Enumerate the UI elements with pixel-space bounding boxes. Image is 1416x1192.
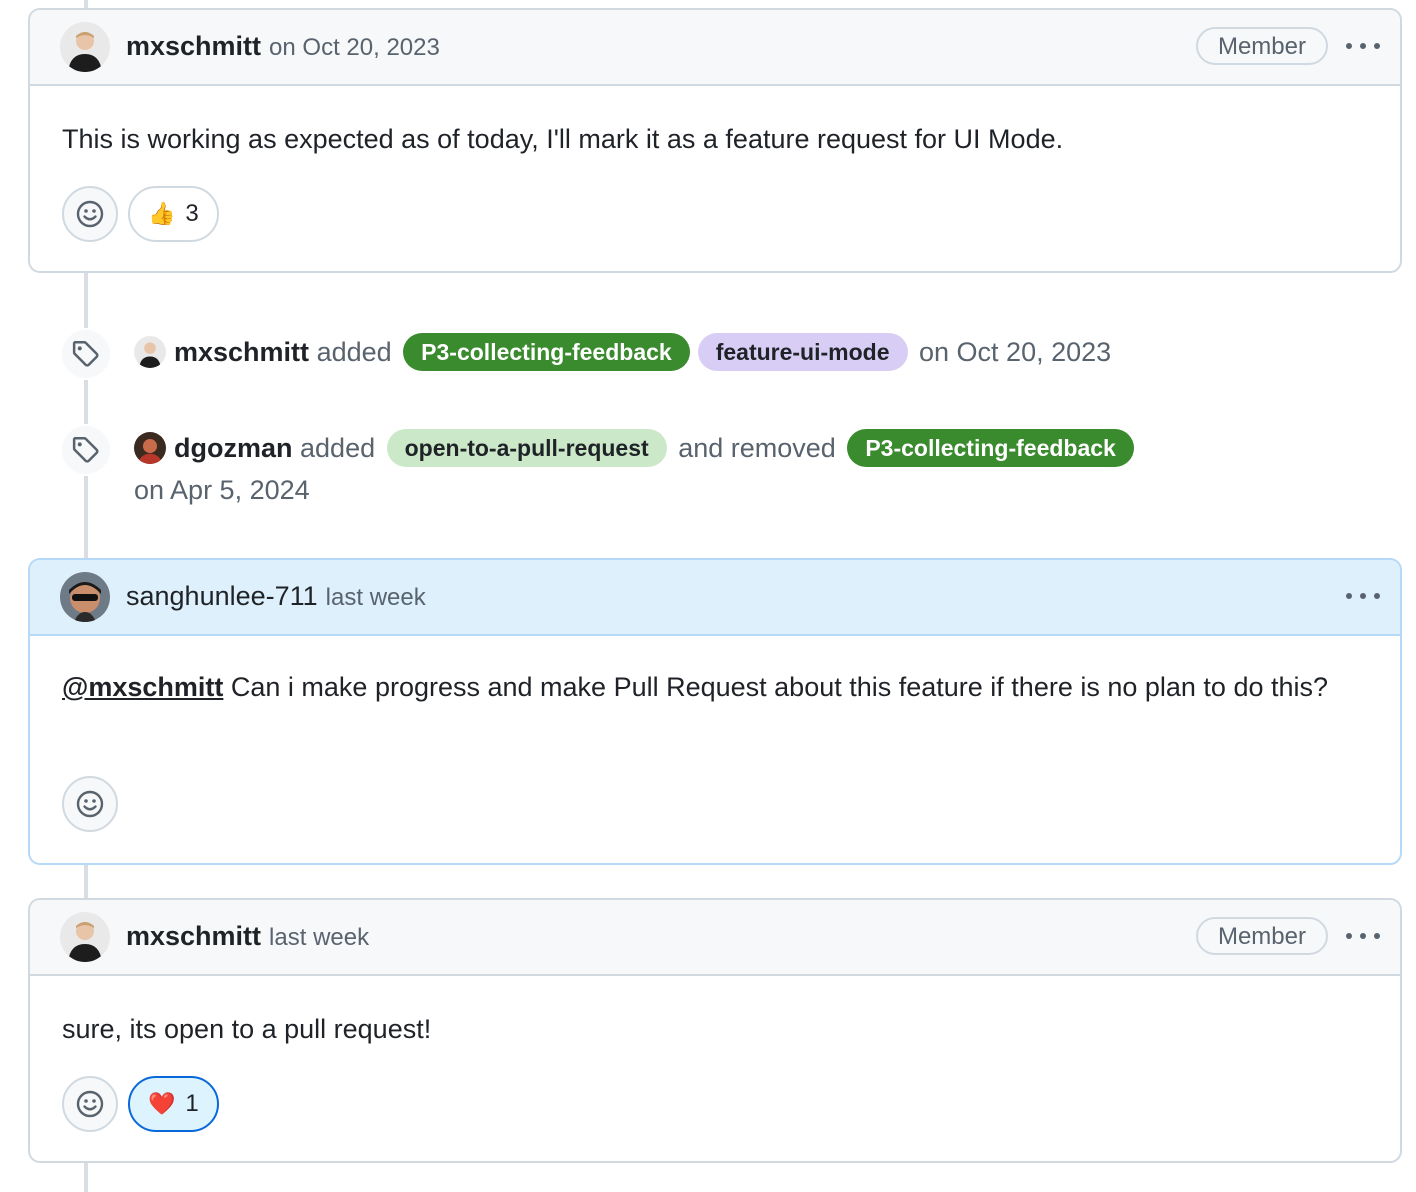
kebab-icon[interactable] [1346, 926, 1380, 946]
reaction-count: 1 [185, 1090, 199, 1117]
comment-body: @mxschmitt Can i make progress and make … [30, 636, 1400, 708]
label-p3-collecting-feedback[interactable]: P3-collecting-feedback [403, 332, 690, 371]
event-text: mxschmitt added P3-collecting-feedback fe… [134, 328, 1234, 373]
user-mention-link[interactable]: @mxschmitt [62, 672, 223, 702]
label-p3-collecting-feedback[interactable]: P3-collecting-feedback [847, 428, 1134, 467]
comment-author[interactable]: sanghunlee-711 last week [126, 581, 426, 612]
reactions: 👍 3 [62, 186, 219, 242]
timeline-line [84, 864, 88, 900]
event-time[interactable]: on Apr 5, 2024 [134, 475, 310, 505]
avatar[interactable] [134, 431, 166, 464]
reactions: ❤️ 1 [62, 1076, 219, 1132]
thumbs-up-icon: 👍 [148, 201, 176, 226]
timeline-line [84, 272, 88, 560]
event-action: added [316, 337, 392, 367]
event-mid-text: and removed [678, 433, 836, 463]
label-feature-ui-mode[interactable]: feature-ui-mode [697, 332, 908, 371]
comment-author[interactable]: mxschmitt on Oct 20, 2023 [126, 31, 440, 62]
event-text: dgozman added open-to-a-pull-request and… [134, 424, 1234, 511]
event-user[interactable]: dgozman [174, 433, 293, 463]
reaction-heart[interactable]: ❤️ 1 [128, 1076, 219, 1132]
timeline-line [84, 1162, 88, 1192]
comment-time[interactable]: on Oct 20, 2023 [269, 34, 440, 61]
timeline-event: dgozman added open-to-a-pull-request and… [60, 424, 1234, 511]
add-reaction-button[interactable] [62, 1076, 118, 1132]
smiley-icon [76, 1090, 104, 1118]
comment: mxschmitt last week Member sure, its open… [28, 898, 1402, 1163]
comment: sanghunlee-711 last week @mxschmitt Can i… [28, 558, 1402, 865]
comment-time[interactable]: last week [326, 584, 426, 611]
kebab-icon[interactable] [1346, 36, 1380, 56]
event-time[interactable]: on Oct 20, 2023 [919, 337, 1111, 367]
event-action: added [300, 433, 376, 463]
reaction-count: 3 [185, 200, 199, 227]
add-reaction-button[interactable] [62, 776, 118, 832]
comment-body: This is working as expected as of today,… [62, 124, 1064, 154]
comment-text: Can i make progress and make Pull Reques… [230, 672, 1329, 702]
avatar[interactable] [134, 335, 166, 368]
timeline-event: mxschmitt added P3-collecting-feedback fe… [60, 328, 1234, 380]
comment-body: sure, its open to a pull request! [62, 1014, 432, 1044]
reaction-thumbs-up[interactable]: 👍 3 [128, 186, 219, 242]
comment-header: mxschmitt on Oct 20, 2023 Member [30, 10, 1400, 86]
tag-icon [60, 328, 112, 380]
comment-header: sanghunlee-711 last week [30, 560, 1400, 636]
reactions [62, 776, 118, 832]
avatar[interactable] [60, 572, 110, 622]
add-reaction-button[interactable] [62, 186, 118, 242]
comment-author[interactable]: mxschmitt last week [126, 921, 369, 952]
comment-time[interactable]: last week [269, 924, 369, 951]
smiley-icon [76, 790, 104, 818]
heart-icon: ❤️ [148, 1091, 176, 1116]
avatar[interactable] [60, 912, 110, 962]
kebab-icon[interactable] [1346, 586, 1380, 606]
event-user[interactable]: mxschmitt [174, 337, 309, 367]
label-open-to-a-pull-request[interactable]: open-to-a-pull-request [386, 428, 667, 467]
member-badge: Member [1195, 917, 1328, 955]
tag-icon [60, 424, 112, 476]
comment-header: mxschmitt last week Member [30, 900, 1400, 976]
member-badge: Member [1195, 27, 1328, 65]
smiley-icon [76, 200, 104, 228]
comment: mxschmitt on Oct 20, 2023 Member This is … [28, 8, 1402, 273]
avatar[interactable] [60, 22, 110, 72]
